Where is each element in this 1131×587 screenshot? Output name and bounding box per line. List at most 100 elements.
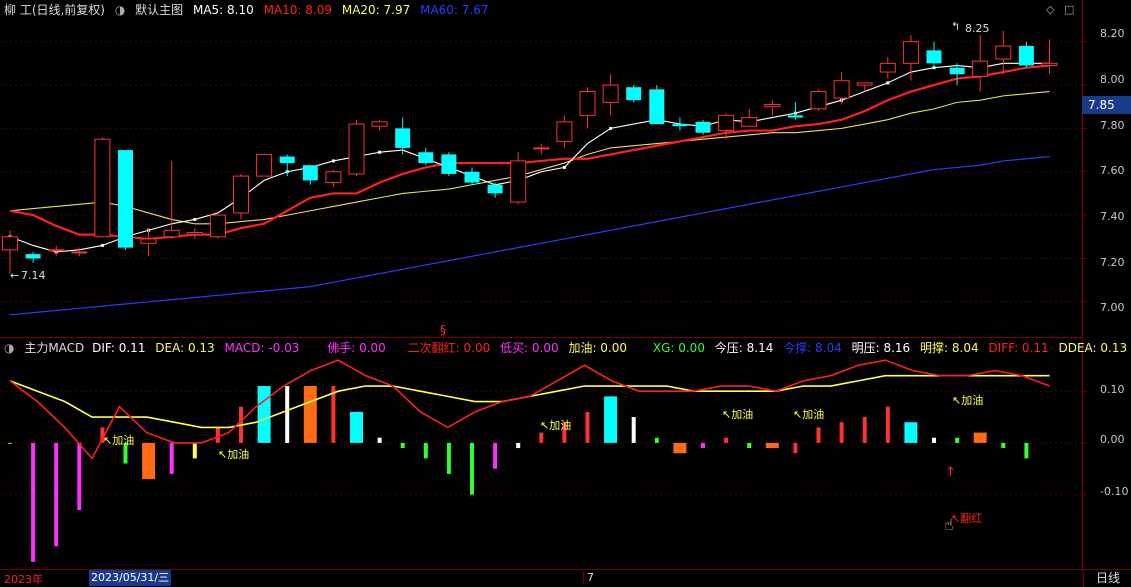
sub-y-tick: 0.10: [1100, 383, 1125, 396]
candle-body: [186, 231, 203, 236]
jiayou-label: ↖加油: [218, 448, 250, 461]
macd-value: MACD: -0.03: [224, 341, 300, 355]
candle-body: [256, 153, 273, 177]
low-arrow-icon: ←: [10, 269, 20, 282]
macd-bar: [839, 422, 844, 443]
xg-value: XG: 0.00: [652, 341, 705, 355]
macd-bar: [470, 442, 474, 495]
jiayou-label: ↖加油: [722, 408, 754, 421]
ma60-value: MA60: 7.67: [420, 3, 489, 17]
macd-bar: [31, 442, 36, 562]
candle-body: [325, 171, 342, 184]
hand-cursor-icon: ☝: [944, 515, 954, 534]
candle-body: [464, 171, 480, 183]
jiayou-label: ↖加油: [103, 434, 135, 447]
ma5-dot: [378, 150, 382, 154]
sub-y-tick: -0.10: [1100, 485, 1129, 498]
macd-bar: [1024, 442, 1029, 459]
kline-chart[interactable]: [0, 0, 1131, 586]
candle-body: [233, 175, 249, 214]
macd-bar: [303, 386, 317, 443]
date-cursor-label: 2023/05/31/三: [89, 570, 172, 586]
candle-body: [902, 41, 919, 64]
mingcheng-value: 明撑: 8.04: [920, 341, 979, 355]
macd-bar: [516, 442, 521, 449]
period-tab[interactable]: 日线: [1083, 570, 1131, 587]
macd-bar: [77, 442, 82, 511]
template-name[interactable]: 默认主图: [135, 3, 183, 17]
candle-body: [579, 91, 596, 116]
macd-bar: [904, 422, 918, 443]
ma10-value: MA10: 8.09: [263, 3, 333, 17]
year-label: 2023年: [4, 573, 43, 586]
y-tick: 8.00: [1100, 73, 1125, 86]
macd-bar: [400, 442, 405, 449]
macd-bar: [816, 427, 821, 443]
macd-bar: [765, 442, 779, 449]
jinya-value: 今压: 8.14: [714, 341, 774, 355]
candle-body: [25, 254, 41, 259]
y-tick: 7.60: [1100, 164, 1125, 177]
macd-bar: [331, 386, 336, 443]
candle-body: [94, 138, 111, 238]
dif-value: DIF: 0.11: [92, 341, 146, 355]
candle-body: [695, 121, 711, 133]
candle-body: [764, 104, 781, 108]
foshou-value: 佛手: 0.00: [327, 341, 386, 355]
macd-bar: [215, 427, 220, 443]
template-icon[interactable]: ◑: [115, 3, 125, 17]
candle-body: [279, 156, 295, 164]
candle-body: [487, 184, 503, 194]
macd-bar: [142, 442, 156, 480]
macd-bar: [257, 386, 271, 443]
stock-title[interactable]: 柳 工(日线,前复权): [4, 3, 105, 17]
sub-header: ◑ 主力MACD DIF: 0.11 DEA: 0.13 MACD: -0.03…: [4, 339, 1131, 357]
macd-bar: [631, 417, 636, 443]
ma20-value: MA20: 7.97: [341, 3, 411, 17]
macd-bar: [493, 442, 498, 469]
candle-body: [48, 249, 65, 252]
macd-bar: [932, 437, 936, 443]
diamond-icon[interactable]: ◇: [1046, 4, 1054, 16]
candle-body: [649, 89, 665, 125]
candle-body: [626, 87, 642, 101]
macd-bar: [446, 442, 451, 474]
candle-body: [718, 114, 735, 132]
macd-bar: [8, 442, 12, 444]
macd-bar: [862, 417, 867, 443]
ma20-line: [9, 90, 1050, 225]
ma5-value: MA5: 8.10: [192, 3, 254, 17]
dea-value: DEA: 0.13: [155, 341, 215, 355]
dimai-value: 低买: 0.00: [500, 341, 559, 355]
macd-bar: [54, 442, 59, 547]
high-arrow-icon: ↰: [951, 20, 961, 33]
ma5-dot: [562, 165, 566, 169]
candle-body: [371, 121, 388, 127]
y-tick: 7.00: [1100, 301, 1125, 314]
candle-body: [395, 128, 411, 148]
indicator-name[interactable]: 主力MACD: [24, 341, 84, 355]
macd-bar: [350, 411, 363, 443]
time-axis: 2023年 2023/05/31/三 7 日线: [0, 569, 1131, 587]
ma10-line: [9, 64, 1050, 241]
macd-bar: [169, 442, 174, 474]
ma5-line: [9, 62, 1050, 253]
candle-body: [418, 152, 434, 164]
candle-body: [441, 154, 457, 174]
ma5-dot: [193, 217, 197, 221]
ma5-dot: [886, 81, 890, 85]
macd-bar: [1001, 442, 1006, 449]
candle-body: [810, 91, 827, 110]
panel-divider: [0, 337, 1083, 338]
collapse-icon[interactable]: □: [1064, 4, 1074, 16]
indicator-icon[interactable]: ◑: [4, 341, 14, 355]
candle-body: [209, 214, 226, 238]
candle-body: [71, 251, 88, 254]
macd-bar: [192, 442, 197, 459]
candle-body: [510, 160, 527, 203]
candle-body: [833, 80, 850, 99]
candle-body: [949, 67, 965, 75]
jincheng-value: 今撑: 8.04: [783, 341, 842, 355]
candle-body: [672, 124, 688, 127]
candle-body: [787, 115, 803, 118]
